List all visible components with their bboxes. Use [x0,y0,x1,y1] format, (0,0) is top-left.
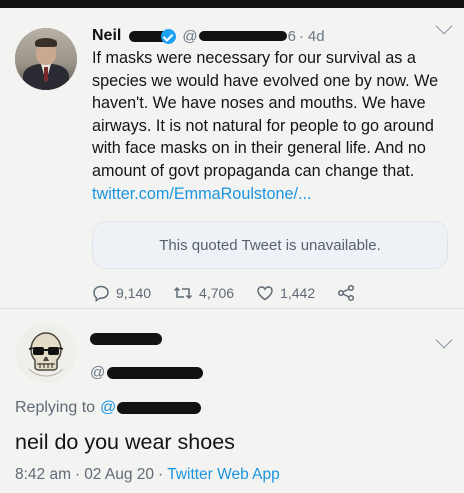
reply-chevron-down-icon[interactable] [435,331,453,349]
author-handle[interactable]: @ 6 [182,28,296,45]
retweet-count: 4,706 [199,285,235,301]
reply-date[interactable]: 02 Aug 20 [84,466,154,484]
tweet-body: If masks were necessary for our survival… [92,49,439,180]
redacted-reply-handle [107,366,204,379]
chevron-down-icon[interactable] [435,17,453,35]
tweet-link[interactable]: twitter.com/EmmaRoulstone/... [92,185,312,203]
reply-author-name[interactable] [90,333,162,345]
reply-count: 9,140 [116,285,152,301]
replying-to-at-sign: @ [100,399,117,416]
header-separator: · [298,27,304,45]
skull-avatar-graphic [16,323,76,383]
reply-handle-at-sign: @ [90,364,106,381]
tweet-header: Neil @ 6 · 4d [92,25,325,47]
author-name[interactable]: Neil [92,27,121,45]
quoted-tweet-text: This quoted Tweet is unavailable. [159,236,381,254]
tweet-text: If masks were necessary for our survival… [92,47,454,205]
avatar-tie [44,67,48,81]
avatar-hair [35,38,57,47]
skull-avatar-icon[interactable] [15,322,77,384]
redacted-handle [198,31,287,41]
quoted-tweet[interactable]: This quoted Tweet is unavailable. [92,221,448,269]
source-app-link[interactable]: Twitter Web App [167,466,280,484]
share-button[interactable] [337,284,361,302]
reply-text: neil do you wear shoes [15,430,235,454]
author-avatar[interactable] [15,28,77,90]
like-heart-icon [257,286,273,301]
reply-icon [93,285,109,302]
handle-suffix: 6 [287,27,296,45]
redacted-replying-handle [117,402,202,414]
reply-meta: 8:42 am · 02 Aug 20 · Twitter Web App [15,466,280,484]
tweet: Neil @ 6 · 4d If masks were necessary fo… [0,8,464,308]
verified-badge-icon [161,28,177,44]
meta-separator-2: · [158,466,164,483]
meta-separator-1: · [75,466,81,483]
top-bar [0,0,464,8]
share-icon [338,284,355,302]
tweet-actions: 9,140 4,706 1,442 [92,280,383,306]
redacted-reply-name [90,333,162,345]
handle-at-sign: @ [182,27,198,45]
like-button[interactable]: 1,442 [256,284,315,302]
tweet-divider [0,308,464,309]
tweet-time[interactable]: 4d [308,28,325,45]
replying-to-label: Replying to [15,399,96,416]
reply-author-handle[interactable]: @ [90,364,204,381]
reply-time[interactable]: 8:42 am [15,466,71,484]
replying-to-line: Replying to @ [15,399,202,417]
retweet-icon [174,286,193,300]
replying-to-handle[interactable]: @ [100,399,202,417]
retweet-button[interactable]: 4,706 [173,284,234,302]
reply-button[interactable]: 9,140 [92,284,151,302]
like-count: 1,442 [280,285,316,301]
